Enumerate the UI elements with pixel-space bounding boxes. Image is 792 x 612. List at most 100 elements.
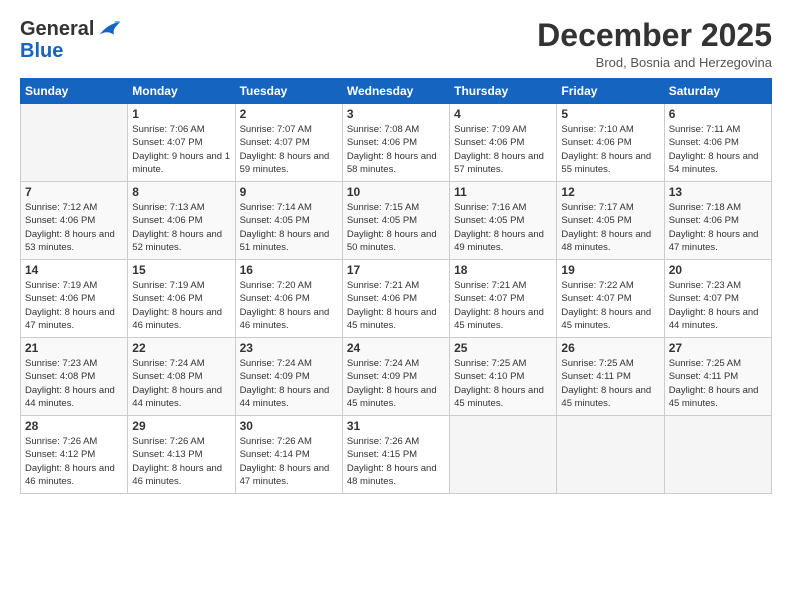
day-info: Sunrise: 7:15 AMSunset: 4:05 PMDaylight:…	[347, 202, 437, 253]
calendar-cell: 7 Sunrise: 7:12 AMSunset: 4:06 PMDayligh…	[21, 182, 128, 260]
calendar-cell: 16 Sunrise: 7:20 AMSunset: 4:06 PMDaylig…	[235, 260, 342, 338]
calendar-cell	[450, 416, 557, 494]
day-number: 9	[240, 185, 338, 199]
day-number: 15	[132, 263, 230, 277]
day-info: Sunrise: 7:19 AMSunset: 4:06 PMDaylight:…	[25, 280, 115, 331]
calendar-cell: 5 Sunrise: 7:10 AMSunset: 4:06 PMDayligh…	[557, 104, 664, 182]
header: General Blue December 2025 Brod, Bosnia …	[20, 18, 772, 70]
calendar-cell	[21, 104, 128, 182]
day-number: 22	[132, 341, 230, 355]
calendar-cell: 25 Sunrise: 7:25 AMSunset: 4:10 PMDaylig…	[450, 338, 557, 416]
calendar-cell: 11 Sunrise: 7:16 AMSunset: 4:05 PMDaylig…	[450, 182, 557, 260]
logo-text: General	[20, 18, 94, 40]
calendar-cell: 29 Sunrise: 7:26 AMSunset: 4:13 PMDaylig…	[128, 416, 235, 494]
day-info: Sunrise: 7:23 AMSunset: 4:07 PMDaylight:…	[669, 280, 759, 331]
day-number: 23	[240, 341, 338, 355]
calendar-cell: 3 Sunrise: 7:08 AMSunset: 4:06 PMDayligh…	[342, 104, 449, 182]
calendar-cell: 26 Sunrise: 7:25 AMSunset: 4:11 PMDaylig…	[557, 338, 664, 416]
day-of-week-header: Monday	[128, 79, 235, 104]
calendar-cell: 9 Sunrise: 7:14 AMSunset: 4:05 PMDayligh…	[235, 182, 342, 260]
logo-general: General	[20, 18, 94, 40]
day-info: Sunrise: 7:26 AMSunset: 4:12 PMDaylight:…	[25, 436, 115, 487]
day-info: Sunrise: 7:25 AMSunset: 4:11 PMDaylight:…	[669, 358, 759, 409]
day-number: 29	[132, 419, 230, 433]
calendar-cell: 14 Sunrise: 7:19 AMSunset: 4:06 PMDaylig…	[21, 260, 128, 338]
calendar-cell: 1 Sunrise: 7:06 AMSunset: 4:07 PMDayligh…	[128, 104, 235, 182]
day-of-week-header: Saturday	[664, 79, 771, 104]
day-info: Sunrise: 7:24 AMSunset: 4:09 PMDaylight:…	[347, 358, 437, 409]
day-info: Sunrise: 7:19 AMSunset: 4:06 PMDaylight:…	[132, 280, 222, 331]
day-number: 21	[25, 341, 123, 355]
calendar-cell: 15 Sunrise: 7:19 AMSunset: 4:06 PMDaylig…	[128, 260, 235, 338]
day-info: Sunrise: 7:24 AMSunset: 4:08 PMDaylight:…	[132, 358, 222, 409]
day-info: Sunrise: 7:21 AMSunset: 4:07 PMDaylight:…	[454, 280, 544, 331]
day-number: 10	[347, 185, 445, 199]
calendar-cell: 31 Sunrise: 7:26 AMSunset: 4:15 PMDaylig…	[342, 416, 449, 494]
day-info: Sunrise: 7:06 AMSunset: 4:07 PMDaylight:…	[132, 124, 230, 175]
day-of-week-header: Friday	[557, 79, 664, 104]
day-number: 17	[347, 263, 445, 277]
day-number: 26	[561, 341, 659, 355]
calendar-cell: 6 Sunrise: 7:11 AMSunset: 4:06 PMDayligh…	[664, 104, 771, 182]
calendar-cell: 23 Sunrise: 7:24 AMSunset: 4:09 PMDaylig…	[235, 338, 342, 416]
day-number: 19	[561, 263, 659, 277]
day-info: Sunrise: 7:18 AMSunset: 4:06 PMDaylight:…	[669, 202, 759, 253]
day-number: 4	[454, 107, 552, 121]
day-info: Sunrise: 7:24 AMSunset: 4:09 PMDaylight:…	[240, 358, 330, 409]
calendar-week-row: 7 Sunrise: 7:12 AMSunset: 4:06 PMDayligh…	[21, 182, 772, 260]
calendar-week-row: 21 Sunrise: 7:23 AMSunset: 4:08 PMDaylig…	[21, 338, 772, 416]
day-number: 13	[669, 185, 767, 199]
day-info: Sunrise: 7:16 AMSunset: 4:05 PMDaylight:…	[454, 202, 544, 253]
day-number: 31	[347, 419, 445, 433]
calendar-cell: 17 Sunrise: 7:21 AMSunset: 4:06 PMDaylig…	[342, 260, 449, 338]
day-of-week-header: Tuesday	[235, 79, 342, 104]
day-number: 1	[132, 107, 230, 121]
calendar-cell: 22 Sunrise: 7:24 AMSunset: 4:08 PMDaylig…	[128, 338, 235, 416]
day-number: 14	[25, 263, 123, 277]
calendar-cell: 10 Sunrise: 7:15 AMSunset: 4:05 PMDaylig…	[342, 182, 449, 260]
day-info: Sunrise: 7:07 AMSunset: 4:07 PMDaylight:…	[240, 124, 330, 175]
location: Brod, Bosnia and Herzegovina	[537, 55, 772, 70]
calendar-cell: 21 Sunrise: 7:23 AMSunset: 4:08 PMDaylig…	[21, 338, 128, 416]
day-info: Sunrise: 7:25 AMSunset: 4:11 PMDaylight:…	[561, 358, 651, 409]
day-info: Sunrise: 7:09 AMSunset: 4:06 PMDaylight:…	[454, 124, 544, 175]
day-number: 18	[454, 263, 552, 277]
calendar-cell	[664, 416, 771, 494]
day-info: Sunrise: 7:23 AMSunset: 4:08 PMDaylight:…	[25, 358, 115, 409]
day-info: Sunrise: 7:20 AMSunset: 4:06 PMDaylight:…	[240, 280, 330, 331]
day-number: 2	[240, 107, 338, 121]
bird-icon	[98, 20, 122, 38]
calendar-cell: 20 Sunrise: 7:23 AMSunset: 4:07 PMDaylig…	[664, 260, 771, 338]
day-info: Sunrise: 7:17 AMSunset: 4:05 PMDaylight:…	[561, 202, 651, 253]
day-info: Sunrise: 7:08 AMSunset: 4:06 PMDaylight:…	[347, 124, 437, 175]
day-info: Sunrise: 7:25 AMSunset: 4:10 PMDaylight:…	[454, 358, 544, 409]
day-number: 27	[669, 341, 767, 355]
day-info: Sunrise: 7:22 AMSunset: 4:07 PMDaylight:…	[561, 280, 651, 331]
day-info: Sunrise: 7:10 AMSunset: 4:06 PMDaylight:…	[561, 124, 651, 175]
calendar-cell	[557, 416, 664, 494]
day-number: 6	[669, 107, 767, 121]
logo-blue-text: Blue	[20, 40, 63, 62]
day-info: Sunrise: 7:21 AMSunset: 4:06 PMDaylight:…	[347, 280, 437, 331]
calendar-cell: 8 Sunrise: 7:13 AMSunset: 4:06 PMDayligh…	[128, 182, 235, 260]
day-of-week-header: Thursday	[450, 79, 557, 104]
day-number: 28	[25, 419, 123, 433]
calendar-cell: 2 Sunrise: 7:07 AMSunset: 4:07 PMDayligh…	[235, 104, 342, 182]
day-info: Sunrise: 7:26 AMSunset: 4:15 PMDaylight:…	[347, 436, 437, 487]
day-info: Sunrise: 7:26 AMSunset: 4:14 PMDaylight:…	[240, 436, 330, 487]
day-info: Sunrise: 7:11 AMSunset: 4:06 PMDaylight:…	[669, 124, 759, 175]
calendar-week-row: 14 Sunrise: 7:19 AMSunset: 4:06 PMDaylig…	[21, 260, 772, 338]
day-number: 5	[561, 107, 659, 121]
day-info: Sunrise: 7:14 AMSunset: 4:05 PMDaylight:…	[240, 202, 330, 253]
calendar-cell: 28 Sunrise: 7:26 AMSunset: 4:12 PMDaylig…	[21, 416, 128, 494]
calendar-cell: 13 Sunrise: 7:18 AMSunset: 4:06 PMDaylig…	[664, 182, 771, 260]
title-block: December 2025 Brod, Bosnia and Herzegovi…	[537, 18, 772, 70]
day-number: 24	[347, 341, 445, 355]
day-number: 16	[240, 263, 338, 277]
calendar-week-row: 1 Sunrise: 7:06 AMSunset: 4:07 PMDayligh…	[21, 104, 772, 182]
day-info: Sunrise: 7:26 AMSunset: 4:13 PMDaylight:…	[132, 436, 222, 487]
day-info: Sunrise: 7:12 AMSunset: 4:06 PMDaylight:…	[25, 202, 115, 253]
day-number: 8	[132, 185, 230, 199]
day-number: 11	[454, 185, 552, 199]
day-number: 20	[669, 263, 767, 277]
